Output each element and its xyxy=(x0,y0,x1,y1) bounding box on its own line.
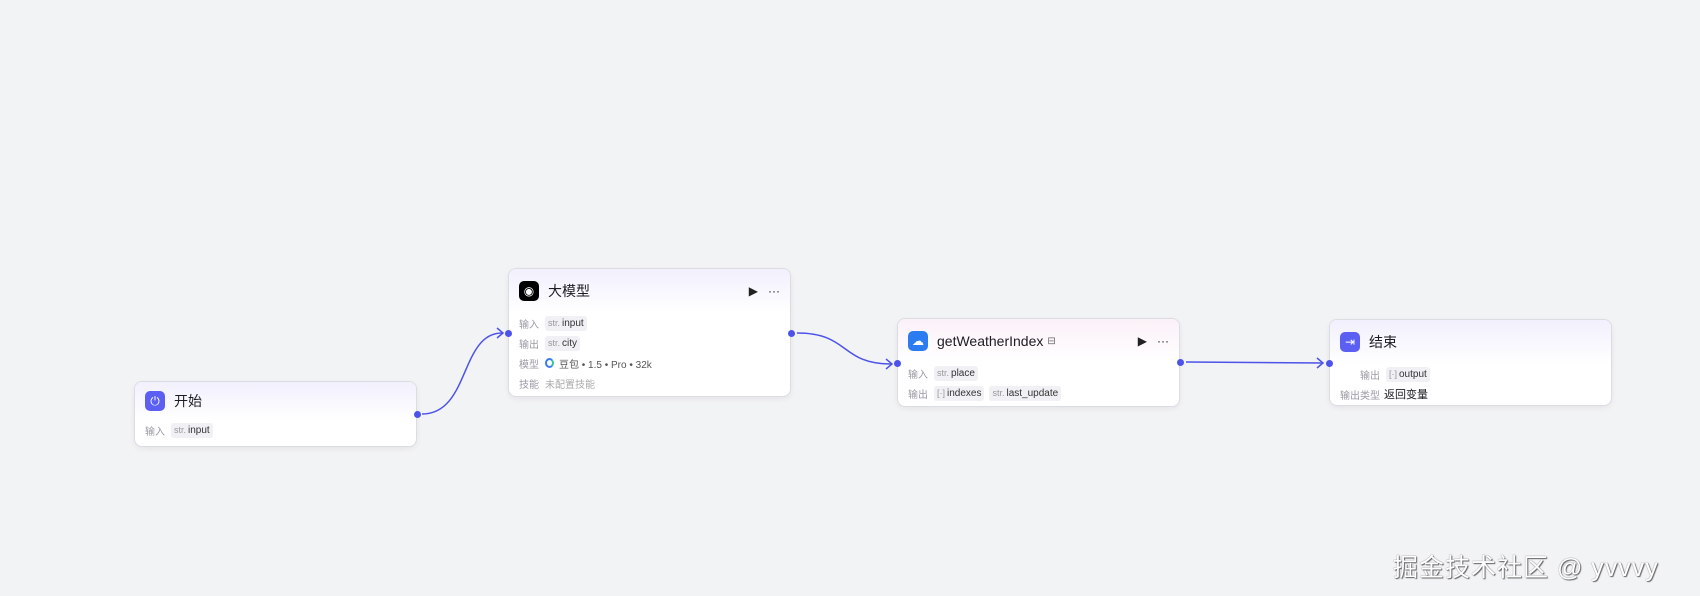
node-title: 结束 xyxy=(1369,334,1397,350)
var-tag: str. place xyxy=(934,365,978,381)
start-node[interactable]: ⏻ 开始 输入 str. input xyxy=(134,381,417,447)
edge-llm-weather xyxy=(796,332,892,365)
plugin-icon: ⊟ xyxy=(1047,335,1056,347)
input-label: 输入 xyxy=(145,426,165,438)
llm-input-handle[interactable] xyxy=(505,330,512,337)
output-type-label: 输出类型 xyxy=(1340,390,1380,402)
run-button[interactable]: ▶ xyxy=(749,284,758,298)
llm-node[interactable]: ◉ 大模型 ▶ ··· 输入 str. input 输出 str. city 模型 豆包 • 1… xyxy=(508,268,791,397)
output-type-value: 返回变量 xyxy=(1384,389,1428,401)
watermark: 掘金技术社区 @ yvvvy xyxy=(1393,554,1659,582)
more-button[interactable]: ··· xyxy=(1157,334,1169,348)
skill-value: 未配置技能 xyxy=(545,379,595,391)
output-label: 输出 xyxy=(908,389,928,401)
node-title: 开始 xyxy=(174,393,202,409)
model-label: 模型 xyxy=(519,359,539,371)
model-value: 豆包 • 1.5 • Pro • 32k xyxy=(559,359,652,371)
node-title: getWeatherIndex xyxy=(937,333,1044,349)
input-label: 输入 xyxy=(519,319,539,331)
var-tag: str. last_update xyxy=(989,385,1062,401)
doubao-icon xyxy=(545,358,554,368)
output-label: 输出 xyxy=(1360,370,1380,382)
llm-icon: ◉ xyxy=(519,281,539,301)
more-button[interactable]: ··· xyxy=(768,284,780,298)
edge-weather-end xyxy=(1185,361,1324,364)
output-label: 输出 xyxy=(519,339,539,351)
var-tag: [·] indexes xyxy=(934,385,985,401)
var-tag: [·] output xyxy=(1386,366,1430,382)
var-tag: str. input xyxy=(171,422,213,438)
var-tag: str. city xyxy=(545,335,581,351)
edge-start-llm xyxy=(421,332,503,415)
weather-node[interactable]: ☁ getWeatherIndex ⊟ ▶ ··· 输入 str. place 输出 [·] i… xyxy=(897,318,1180,407)
start-output-handle[interactable] xyxy=(414,411,421,418)
edges xyxy=(421,327,1325,415)
node-title: 大模型 xyxy=(548,283,590,299)
start-icon: ⏻ xyxy=(145,391,165,411)
weather-output-handle[interactable] xyxy=(1177,359,1184,366)
run-button[interactable]: ▶ xyxy=(1138,334,1147,348)
end-icon: ⇥ xyxy=(1340,332,1360,352)
var-tag: str. input xyxy=(545,315,587,331)
weather-input-handle[interactable] xyxy=(894,360,901,367)
cloud-icon: ☁ xyxy=(908,331,928,351)
input-label: 输入 xyxy=(908,369,928,381)
end-node[interactable]: ⇥ 结束 输出 [·] output 输出类型 返回变量 xyxy=(1329,319,1612,406)
end-input-handle[interactable] xyxy=(1326,360,1333,367)
llm-output-handle[interactable] xyxy=(788,330,795,337)
skill-label: 技能 xyxy=(519,379,539,391)
